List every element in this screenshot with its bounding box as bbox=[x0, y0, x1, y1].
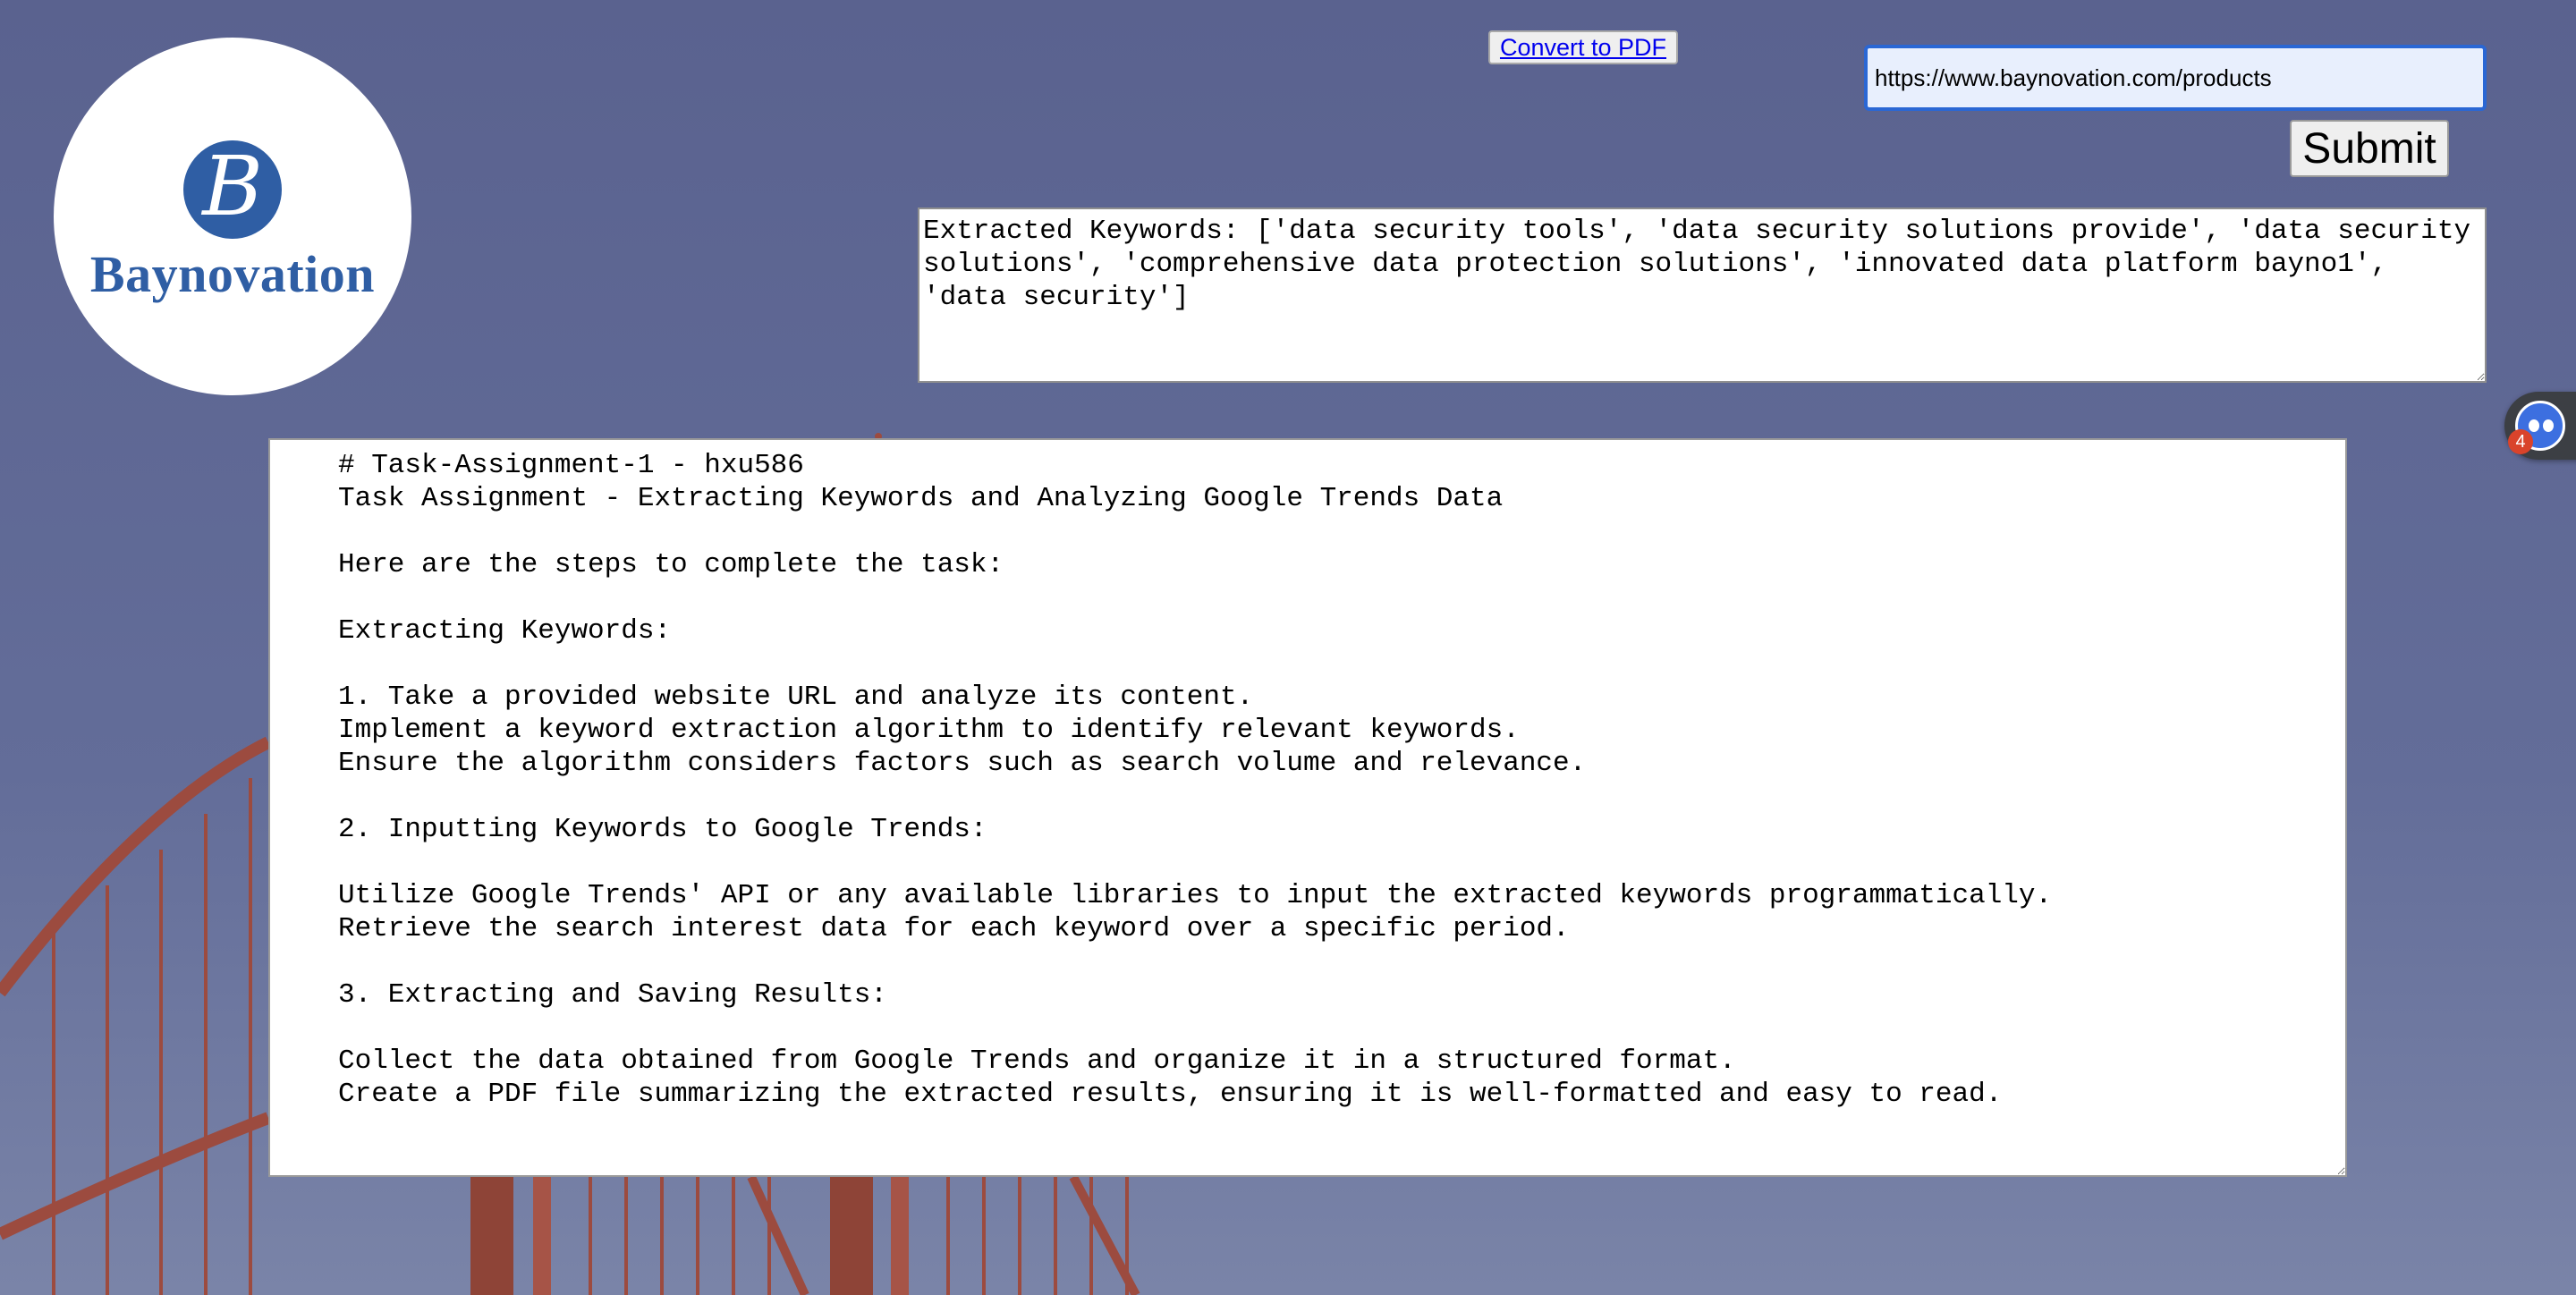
extracted-keywords-textarea[interactable]: Extracted Keywords: ['data security tool… bbox=[918, 207, 2487, 383]
convert-to-pdf-button[interactable]: Convert to PDF bbox=[1488, 30, 1678, 64]
logo-monogram-badge: B bbox=[183, 140, 282, 239]
url-input[interactable] bbox=[1864, 45, 2487, 111]
baynovation-logo: B Baynovation bbox=[54, 38, 411, 395]
notification-count-badge: 4 bbox=[2508, 429, 2533, 454]
logo-monogram: B bbox=[202, 138, 263, 234]
logo-brand-name: Baynovation bbox=[89, 244, 376, 303]
submit-button[interactable]: Submit bbox=[2290, 120, 2449, 177]
floating-assistant-widget[interactable]: 4 bbox=[2504, 392, 2576, 460]
task-description-textarea[interactable]: # Task-Assignment-1 - hxu586 Task Assign… bbox=[268, 438, 2347, 1177]
